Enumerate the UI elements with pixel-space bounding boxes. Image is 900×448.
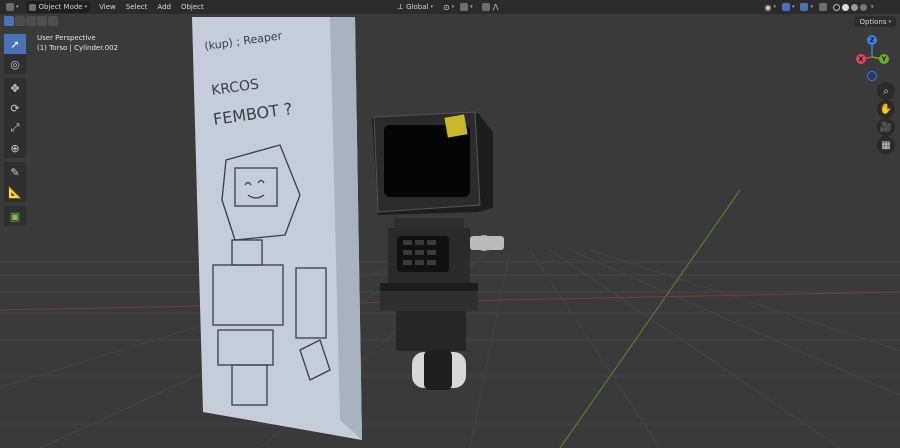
- move-tool[interactable]: ✥: [4, 78, 26, 98]
- transform-orientation-dropdown[interactable]: ⟂ Global ▾: [395, 1, 436, 13]
- shading-modes[interactable]: ▾: [830, 1, 877, 13]
- rotate-tool[interactable]: ⟳: [4, 98, 26, 118]
- zoom-button[interactable]: ⌕: [877, 82, 895, 100]
- scale-icon: ⤢: [10, 121, 20, 134]
- gizmo-toggle[interactable]: ▾: [779, 1, 798, 13]
- pivot-icon: ⊙: [442, 2, 450, 12]
- scale-tool[interactable]: ⤢: [4, 118, 26, 138]
- proportional-edit-icon: [481, 3, 490, 11]
- solid-shading-icon[interactable]: [841, 3, 849, 11]
- cursor-arrow-icon: ➚: [10, 37, 20, 51]
- measure-tool[interactable]: 📐: [4, 182, 26, 202]
- xray-icon: [818, 3, 827, 11]
- gizmo-y-ball[interactable]: Y: [879, 54, 889, 64]
- active-object-label: (1) Torso | Cylinder.002: [37, 44, 119, 52]
- overlay-toggle[interactable]: ▾: [797, 1, 816, 13]
- add-cube-icon: ▣: [9, 209, 21, 223]
- measure-icon: 📐: [8, 185, 22, 199]
- object-mode-icon: [28, 3, 36, 11]
- select-invert-icon[interactable]: [37, 16, 47, 26]
- perspective-label: User Perspective: [37, 34, 96, 42]
- eye-icon: ◉: [764, 2, 772, 12]
- menu-object[interactable]: Object: [176, 3, 209, 11]
- select-box-icon[interactable]: [4, 16, 14, 26]
- overlay-icon: [800, 3, 809, 11]
- zoom-icon: ⌕: [883, 85, 889, 97]
- camera-icon: 🎥: [879, 121, 893, 133]
- grid-view-icon: ▦: [881, 139, 891, 151]
- gizmo-neg-z-ball[interactable]: [867, 71, 877, 81]
- rendered-shading-icon[interactable]: [859, 3, 867, 11]
- viewport-info: User Perspective (1) Torso | Cylinder.00…: [37, 33, 118, 53]
- proportional-edit-button[interactable]: ⋀: [479, 1, 502, 13]
- gizmo-icon: [781, 3, 790, 11]
- gizmo-z-ball[interactable]: Z: [867, 35, 877, 45]
- select-tool[interactable]: ➚: [4, 34, 26, 54]
- tool-shelf: ➚ ◎ ✥ ⟳ ⤢ ⊕ ✎ 📐 ▣: [4, 34, 28, 226]
- menu-select[interactable]: Select: [121, 3, 153, 11]
- cursor-icon: ◎: [10, 57, 20, 71]
- editor-type-button[interactable]: ▾: [3, 1, 22, 13]
- material-shading-icon[interactable]: [850, 3, 858, 11]
- select-subtract-icon[interactable]: [26, 16, 36, 26]
- camera-view-button[interactable]: 🎥: [877, 118, 895, 136]
- move-icon: ✥: [10, 81, 20, 95]
- mode-dropdown[interactable]: Object Mode ▾: [25, 1, 91, 13]
- cursor-tool[interactable]: ◎: [4, 54, 26, 74]
- annotate-icon: ✎: [10, 165, 20, 179]
- mode-label: Object Mode: [38, 3, 83, 11]
- menu-view[interactable]: View: [94, 3, 121, 11]
- options-label: Options: [859, 17, 887, 26]
- snap-icon: [460, 3, 469, 11]
- orientation-label: Global: [406, 3, 429, 11]
- floor-grid: [0, 189, 900, 448]
- transform-icon: ⊕: [10, 141, 20, 155]
- visibility-button[interactable]: ◉ ▾: [761, 1, 779, 13]
- wireframe-shading-icon[interactable]: [832, 3, 840, 11]
- pivot-point-button[interactable]: ⊙ ▾: [440, 1, 457, 13]
- select-intersect-icon[interactable]: [48, 16, 58, 26]
- snap-button[interactable]: ▾: [457, 1, 476, 13]
- pan-hand-icon: ✋: [879, 103, 893, 115]
- toggle-perspective-button[interactable]: ▦: [877, 136, 895, 154]
- xray-toggle[interactable]: [816, 1, 830, 13]
- falloff-icon: ⋀: [492, 3, 499, 11]
- 3d-viewport[interactable]: (kup) ; Reaper KRCOS FEMBOT ?: [0, 0, 900, 448]
- orientation-icon: ⟂: [397, 2, 404, 11]
- blender-window: (kup) ; Reaper KRCOS FEMBOT ? ▾ Object M…: [0, 0, 900, 448]
- select-mode-row: [4, 16, 58, 27]
- transform-tool[interactable]: ⊕: [4, 138, 26, 158]
- gizmo-x-ball[interactable]: X: [856, 54, 866, 64]
- select-extend-icon[interactable]: [15, 16, 25, 26]
- add-cube-tool[interactable]: ▣: [4, 206, 26, 226]
- rotate-icon: ⟳: [10, 101, 20, 115]
- editor-type-icon: [6, 3, 14, 11]
- pan-button[interactable]: ✋: [877, 100, 895, 118]
- menu-add[interactable]: Add: [152, 3, 176, 11]
- navigation-gizmo[interactable]: Z X Y: [852, 32, 892, 82]
- annotate-tool[interactable]: ✎: [4, 162, 26, 182]
- options-button[interactable]: Options ▾: [854, 16, 896, 27]
- viewport-header: ▾ Object Mode ▾ View Select Add Object ⟂…: [0, 0, 900, 14]
